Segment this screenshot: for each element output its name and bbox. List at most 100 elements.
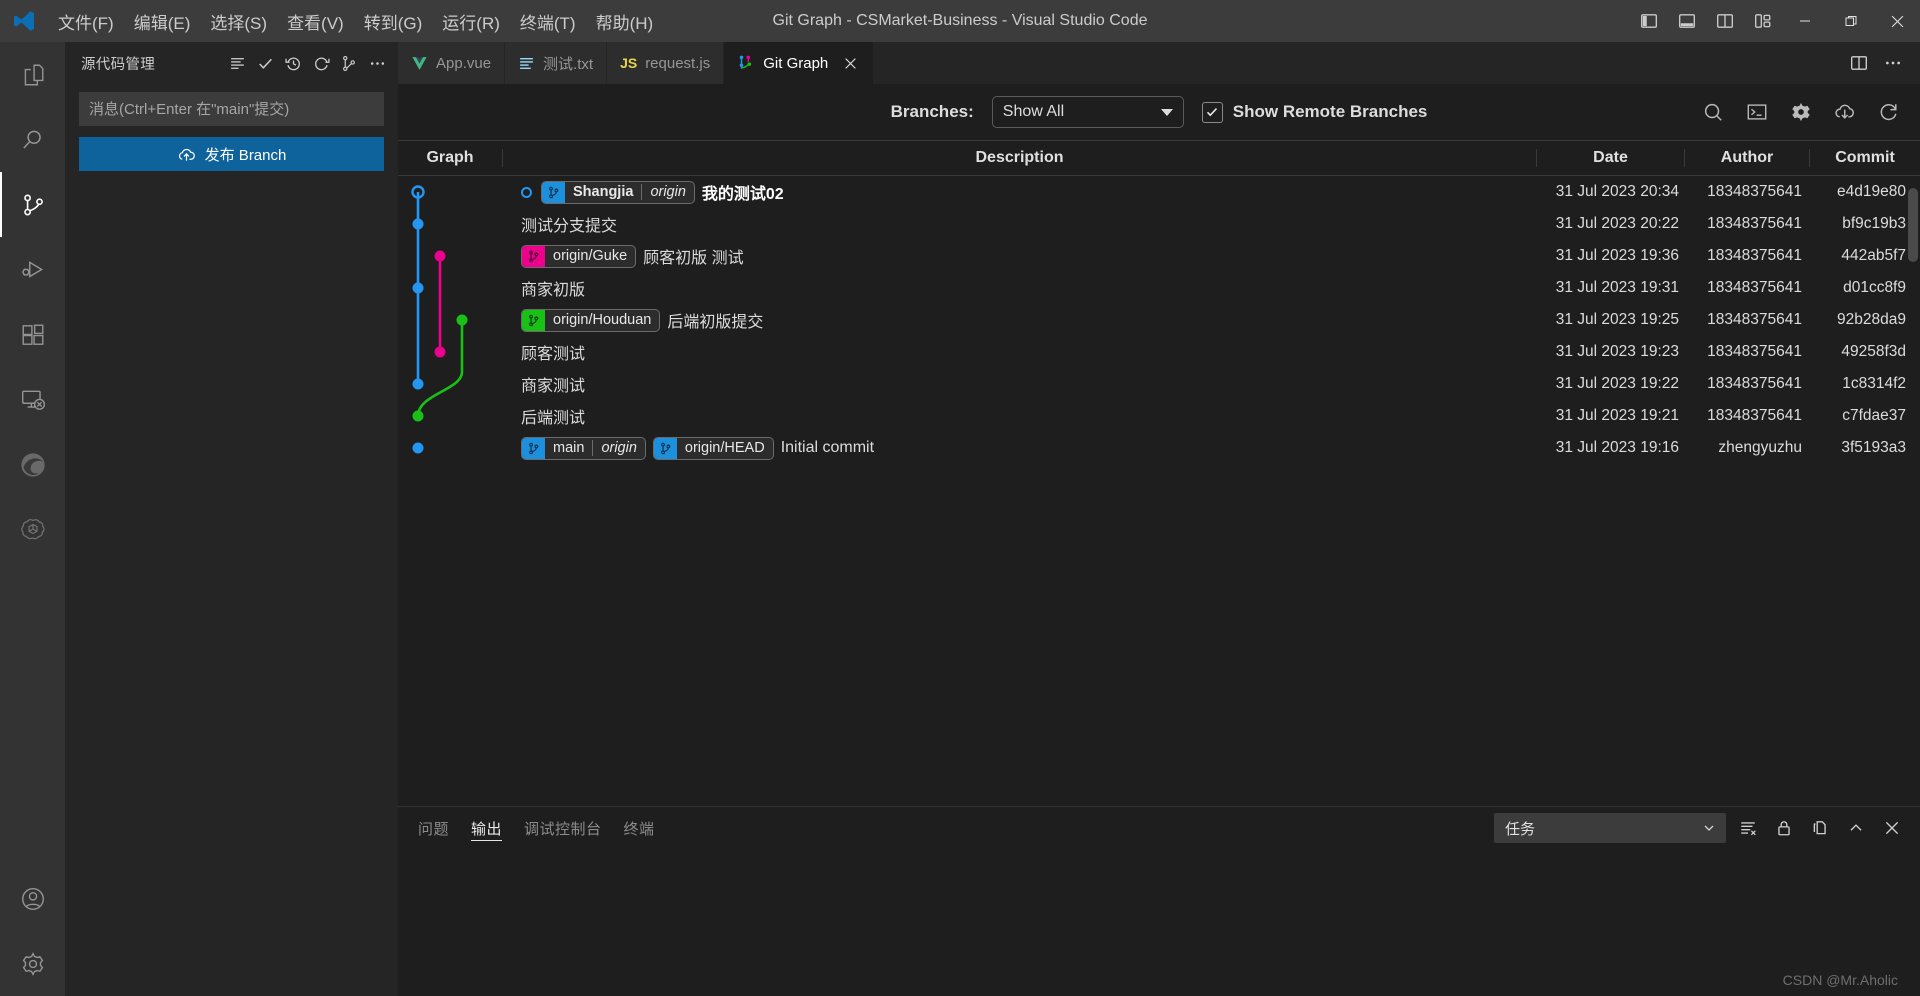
panel-tab-output[interactable]: 输出 [471,807,503,849]
split-editor-icon[interactable] [1844,48,1874,78]
table-row[interactable]: 顾客测试 31 Jul 2023 19:23 18348375641 49258… [398,336,1920,368]
vscode-logo-icon [0,9,48,33]
panel-tab-problems[interactable]: 问题 [418,807,449,849]
window-controls [1630,0,1920,42]
branch-ref-badge[interactable]: origin/Guke [521,244,637,268]
publish-branch-button[interactable]: 发布 Branch [79,137,384,171]
branch-ref-badge[interactable]: Shangjia origin [541,180,695,204]
panel-tabs: 问题 输出 调试控制台 终端 [418,807,655,849]
sidebar-header: 源代码管理 [65,42,398,84]
commit-check-icon[interactable] [252,50,278,76]
manage-settings-icon[interactable] [0,931,65,996]
view-as-list-icon[interactable] [224,50,250,76]
history-icon[interactable] [280,50,306,76]
tab-ceshi-txt[interactable]: 测试.txt [505,42,608,84]
fetch-icon[interactable] [1832,99,1858,125]
toggle-panel-icon[interactable] [1668,0,1706,42]
gear-icon[interactable] [1788,99,1814,125]
column-header-commit[interactable]: Commit [1810,149,1920,167]
sidebar-item-edge-browser[interactable] [0,432,65,497]
sidebar-item-source-control[interactable] [0,172,65,237]
js-icon: JS [620,55,638,71]
sidebar-item-search[interactable] [0,107,65,172]
output-channel-dropdown[interactable]: 任务 [1494,813,1726,843]
commit-message: 后端初版提交 [667,314,764,331]
commit-message-input[interactable] [79,92,384,126]
table-row[interactable]: origin/Guke 顾客初版 测试 31 Jul 2023 19:36 18… [398,240,1920,272]
refresh-icon[interactable] [308,50,334,76]
menu-go[interactable]: 转到(G) [354,0,433,42]
sidebar-item-chatgpt[interactable] [0,497,65,562]
menu-file[interactable]: 文件(F) [48,0,124,42]
branch-name: main [553,440,585,456]
customize-layout-icon[interactable] [1744,0,1782,42]
terminal-icon[interactable] [1744,99,1770,125]
tab-git-graph[interactable]: Git Graph [724,42,875,84]
menu-run[interactable]: 运行(R) [432,0,510,42]
tab-label: Git Graph [763,54,829,72]
minimize-button[interactable] [1782,0,1828,42]
sidebar-item-extensions[interactable] [0,302,65,367]
menu-edit[interactable]: 编辑(E) [124,0,201,42]
menu-view[interactable]: 查看(V) [277,0,354,42]
panel-content: CSDN @Mr.Aholic [398,849,1920,996]
workbench: 源代码管理 消息(Ctrl+Enter 在"main"提交) 发布 Branch… [0,42,1920,996]
toggle-primary-sidebar-icon[interactable] [1630,0,1668,42]
row-description-cell: Shangjia origin 我的测试02 [503,180,1537,204]
row-description-cell: origin/Guke 顾客初版 测试 [503,244,1537,268]
open-in-editor-icon[interactable] [1806,814,1834,842]
search-icon[interactable] [1700,99,1726,125]
row-author-cell: 18348375641 [1707,311,1802,328]
tab-request-js[interactable]: JS request.js [607,42,725,84]
sidebar-item-explorer[interactable] [0,42,65,107]
column-header-date[interactable]: Date [1537,149,1685,167]
table-row[interactable]: 后端测试 31 Jul 2023 19:21 18348375641 c7fda… [398,400,1920,432]
panel-tab-terminal[interactable]: 终端 [624,807,655,849]
panel-tab-debug-console[interactable]: 调试控制台 [524,807,602,849]
close-icon[interactable] [1878,814,1906,842]
column-header-description[interactable]: Description [503,149,1537,167]
table-row[interactable]: Shangjia origin 我的测试02 31 Jul 2023 20:34… [398,176,1920,208]
chevron-up-icon[interactable] [1842,814,1870,842]
editor-tabs-actions [1844,42,1920,84]
sidebar-item-run-and-debug[interactable] [0,237,65,302]
tab-close-icon[interactable] [840,53,860,73]
menu-selection[interactable]: 选择(S) [200,0,277,42]
accounts-icon[interactable] [0,866,65,931]
commit-list-scrollbar[interactable] [1908,188,1918,262]
clear-output-icon[interactable] [1734,814,1762,842]
text-file-icon [518,55,535,72]
toggle-secondary-sidebar-icon[interactable] [1706,0,1744,42]
sidebar-item-remote-explorer[interactable] [0,367,65,432]
menu-terminal[interactable]: 终端(T) [510,0,586,42]
commit-table: Graph Description Date Author Commit Sha… [398,140,1920,806]
cloud-upload-icon [177,145,196,164]
table-row[interactable]: 测试分支提交 31 Jul 2023 20:22 18348375641 bf9… [398,208,1920,240]
branch-ref-badge[interactable]: origin/HEAD [652,436,774,460]
tab-app-vue[interactable]: App.vue [398,42,506,84]
row-author-cell: 18348375641 [1707,215,1802,232]
commit-message: 顾客测试 [521,346,586,363]
branches-dropdown[interactable]: Show All [991,96,1184,128]
table-row[interactable]: main origin origin/HEAD Initial commit 3… [398,432,1920,464]
column-header-author[interactable]: Author [1685,149,1810,167]
branch-ref-badge[interactable]: origin/Houduan [521,308,661,332]
table-row[interactable]: 商家初版 31 Jul 2023 19:31 18348375641 d01cc… [398,272,1920,304]
show-remote-branches-toggle[interactable]: Show Remote Branches [1201,101,1427,123]
menu-help[interactable]: 帮助(H) [586,0,664,42]
table-row[interactable]: origin/Houduan 后端初版提交 31 Jul 2023 19:25 … [398,304,1920,336]
refresh-icon[interactable] [1876,99,1902,125]
column-header-graph[interactable]: Graph [398,149,503,167]
more-actions-icon[interactable] [1878,48,1908,78]
scm-body: 发布 Branch [65,84,398,171]
close-button[interactable] [1874,0,1920,42]
checkbox-icon [1201,101,1223,123]
git-graph-toolbar [1700,99,1902,125]
restore-button[interactable] [1828,0,1874,42]
table-row[interactable]: 商家测试 31 Jul 2023 19:22 18348375641 1c831… [398,368,1920,400]
more-actions-icon[interactable] [364,50,390,76]
branch-ref-badge[interactable]: main origin [521,436,646,460]
commit-message: 顾客初版 测试 [643,250,744,267]
lock-icon[interactable] [1770,814,1798,842]
git-graph-icon[interactable] [336,50,362,76]
